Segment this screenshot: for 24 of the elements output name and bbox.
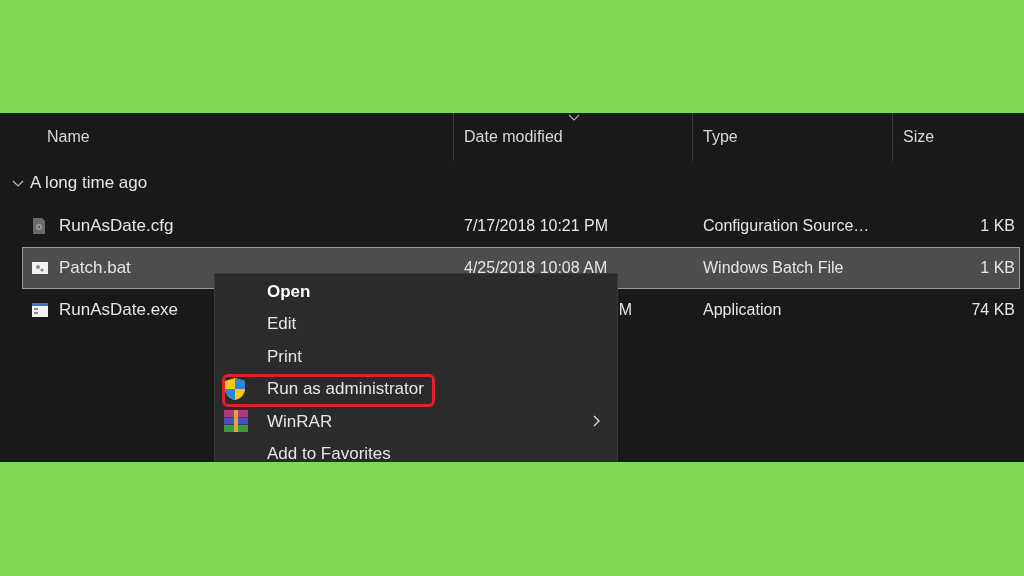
file-type: Application xyxy=(703,301,782,318)
file-type: Windows Batch File xyxy=(703,259,844,276)
menu-item[interactable]: Add to Favorites xyxy=(267,441,391,462)
column-header[interactable]: Type xyxy=(693,113,893,161)
sort-caret-icon xyxy=(568,114,580,121)
menu-item[interactable]: Print xyxy=(267,343,302,369)
file-type: Configuration Source… xyxy=(703,217,870,234)
date-modified: M xyxy=(617,300,632,320)
file-name: RunAsDate.exe xyxy=(59,299,179,322)
menu-item[interactable]: Edit xyxy=(267,311,297,337)
date-modified: 4/25/2018 10:08 AM xyxy=(464,258,609,278)
date-modified: 7/17/2018 10:21 PM xyxy=(464,216,610,236)
column-header[interactable]: Name xyxy=(0,113,454,161)
file-name: Patch.bat xyxy=(59,257,131,280)
window-file-icon xyxy=(31,301,49,319)
file-name: RunAsDate.cfg xyxy=(59,215,174,238)
file-size: 1 KB xyxy=(980,258,1015,278)
group-label: A long time ago xyxy=(30,172,148,195)
column-header[interactable]: Date modified xyxy=(454,113,693,161)
menu-item[interactable]: Run as administrator xyxy=(267,376,424,402)
file-size: 1 KB xyxy=(980,216,1015,236)
menu-item[interactable]: WinRAR xyxy=(267,408,333,434)
column-header[interactable]: Size xyxy=(893,113,1024,161)
file-size: 74 KB xyxy=(971,300,1015,320)
